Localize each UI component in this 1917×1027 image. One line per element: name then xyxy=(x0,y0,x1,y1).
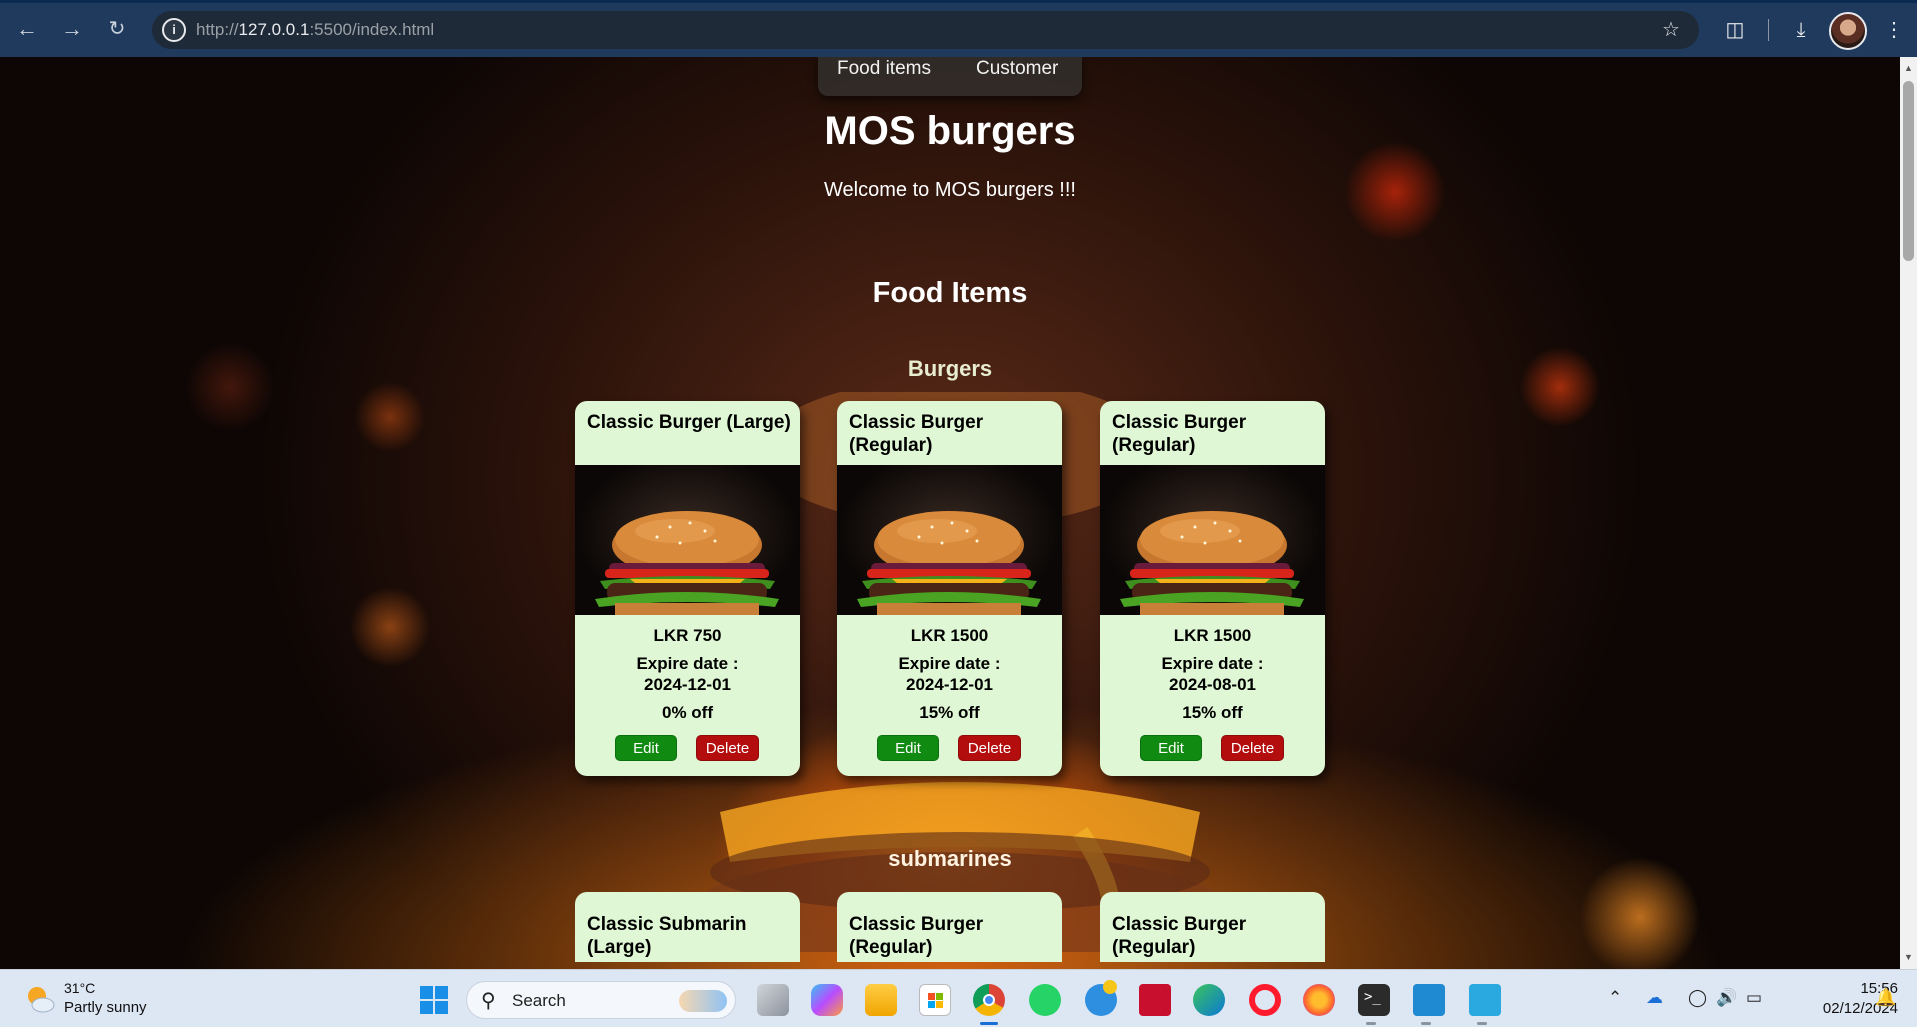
food-discount: 0% off xyxy=(662,703,713,722)
food-price: LKR 750 xyxy=(653,626,722,645)
terminal-icon[interactable]: >_ xyxy=(1358,984,1390,1016)
windows-start-icon[interactable] xyxy=(418,984,450,1016)
food-card: Classic Burger (Regular) LKR 1500 Expire… xyxy=(1100,401,1325,776)
food-price: LKR 1500 xyxy=(910,626,989,645)
edge-icon[interactable] xyxy=(1193,984,1225,1016)
weather-partly-sunny-icon[interactable] xyxy=(24,984,56,1014)
food-card: Classic Burger (Regular) xyxy=(837,892,1062,962)
search-icon: ⚲ xyxy=(481,990,496,1012)
expire-date: 2024-08-01 xyxy=(1169,675,1256,694)
category-title-burgers: Burgers xyxy=(907,356,993,381)
bookmark-star-icon[interactable]: ☆ xyxy=(1657,16,1685,44)
whatsapp-icon[interactable] xyxy=(1029,984,1061,1016)
search-highlight-icon xyxy=(679,990,727,1012)
microsoft-store-icon[interactable] xyxy=(919,984,951,1016)
help-icon[interactable] xyxy=(1085,980,1117,1016)
food-discount: 15% off xyxy=(919,703,980,722)
delete-button[interactable]: Delete xyxy=(696,735,759,761)
food-card: Classic Submarin (Large) xyxy=(575,892,800,962)
notepad-icon[interactable] xyxy=(1469,984,1501,1016)
terminal-indicator xyxy=(1366,1022,1376,1025)
network-icon[interactable]: ◯ xyxy=(1688,988,1707,1008)
food-card: Classic Burger (Regular) LKR 1500 Expire… xyxy=(837,401,1062,776)
food-name: Classic Burger (Large) xyxy=(587,412,791,433)
url-host: 127.0.0.1 xyxy=(238,20,310,39)
food-name: Classic Burger (Regular) xyxy=(849,412,984,456)
notifications-bell-icon[interactable]: 🔔 xyxy=(1875,988,1896,1008)
copilot-icon[interactable] xyxy=(811,984,843,1016)
food-image xyxy=(575,465,800,615)
weather-temperature: 31°C xyxy=(64,980,96,996)
taskbar-search[interactable]: ⚲ Search xyxy=(466,981,736,1019)
volume-icon[interactable]: 🔊 xyxy=(1716,988,1737,1008)
url-prefix: http:// xyxy=(196,20,239,39)
show-hidden-icons-icon[interactable]: ⌃ xyxy=(1608,988,1622,1008)
onedrive-icon[interactable]: ☁ xyxy=(1646,988,1663,1008)
page-title: MOS burgers xyxy=(824,109,1076,153)
vscode-indicator xyxy=(1421,1022,1431,1025)
food-name: Classic Burger (Regular) xyxy=(849,914,984,958)
windows-taskbar: 31°C Partly sunny ⚲ Search >_ ⌃ ☁ ◯ 🔊 ▭ … xyxy=(0,969,1917,1027)
scroll-thumb[interactable] xyxy=(1903,81,1914,261)
chrome-icon[interactable] xyxy=(973,984,1005,1016)
edit-button[interactable]: Edit xyxy=(615,735,677,761)
url-rest: :5500/index.html xyxy=(309,20,435,39)
scroll-up-icon[interactable]: ▲ xyxy=(1904,63,1913,73)
expire-date: 2024-12-01 xyxy=(906,675,993,694)
browser-toolbar: ← → ↻ i http://127.0.0.1:5500/index.html… xyxy=(0,0,1917,57)
nav-customer[interactable]: Customer xyxy=(976,58,1058,80)
food-name: Classic Submarin (Large) xyxy=(587,914,747,958)
expire-label: Expire date : xyxy=(898,654,1001,673)
toolbar-divider xyxy=(1768,19,1769,41)
food-image xyxy=(1100,465,1325,615)
menu-kebab-icon[interactable]: ⋮ xyxy=(1880,16,1908,44)
food-card: Classic Burger (Regular) xyxy=(1100,892,1325,962)
weather-description: Partly sunny xyxy=(64,999,147,1016)
nav-food-items[interactable]: Food items xyxy=(837,58,931,80)
welcome-text: Welcome to MOS burgers !!! xyxy=(824,179,1076,201)
delete-button[interactable]: Delete xyxy=(958,735,1021,761)
food-image xyxy=(837,465,1062,615)
food-price: LKR 1500 xyxy=(1173,626,1252,645)
back-icon[interactable]: ← xyxy=(13,15,41,43)
extensions-icon[interactable]: ◫ xyxy=(1721,16,1749,44)
expire-date: 2024-12-01 xyxy=(644,675,731,694)
file-explorer-icon[interactable] xyxy=(865,984,897,1016)
chrome-active-indicator xyxy=(980,1022,998,1025)
food-name: Classic Burger (Regular) xyxy=(1112,412,1247,456)
mcafee-icon[interactable] xyxy=(1139,984,1171,1016)
edit-button[interactable]: Edit xyxy=(877,735,939,761)
url-text[interactable]: http://127.0.0.1:5500/index.html xyxy=(196,20,434,40)
food-expire: Expire date : 2024-08-01 xyxy=(1100,653,1325,695)
page-scrollbar[interactable]: ▲ ▼ xyxy=(1900,57,1917,969)
firefox-icon[interactable] xyxy=(1303,984,1335,1016)
food-expire: Expire date : 2024-12-01 xyxy=(575,653,800,695)
task-view-icon[interactable] xyxy=(757,984,789,1016)
download-icon[interactable]: ⤓ xyxy=(1787,16,1815,44)
vscode-icon[interactable] xyxy=(1413,984,1445,1016)
address-bar[interactable]: i http://127.0.0.1:5500/index.html ☆ xyxy=(152,11,1699,49)
edit-button[interactable]: Edit xyxy=(1140,735,1202,761)
food-name: Classic Burger (Regular) xyxy=(1112,914,1247,958)
site-info-icon[interactable]: i xyxy=(162,18,186,42)
food-discount: 15% off xyxy=(1182,703,1243,722)
scroll-down-icon[interactable]: ▼ xyxy=(1904,952,1913,962)
search-label: Search xyxy=(512,991,566,1010)
expire-label: Expire date : xyxy=(636,654,739,673)
category-title-submarines: submarines xyxy=(888,846,1012,871)
reload-icon[interactable]: ↻ xyxy=(103,15,131,43)
forward-icon[interactable]: → xyxy=(58,15,86,43)
top-navigation: Food items Customer xyxy=(818,57,1082,96)
food-card: Classic Burger (Large) LKR 750 Expire da… xyxy=(575,401,800,776)
notepad-indicator xyxy=(1477,1022,1487,1025)
delete-button[interactable]: Delete xyxy=(1221,735,1284,761)
battery-icon[interactable]: ▭ xyxy=(1746,988,1762,1008)
food-expire: Expire date : 2024-12-01 xyxy=(837,653,1062,695)
expire-label: Expire date : xyxy=(1161,654,1264,673)
food-items-heading: Food Items xyxy=(872,277,1028,309)
profile-avatar[interactable] xyxy=(1829,12,1867,50)
opera-icon[interactable] xyxy=(1249,984,1281,1016)
page-viewport: Food items Customer MOS burgers Welcome … xyxy=(0,57,1900,969)
